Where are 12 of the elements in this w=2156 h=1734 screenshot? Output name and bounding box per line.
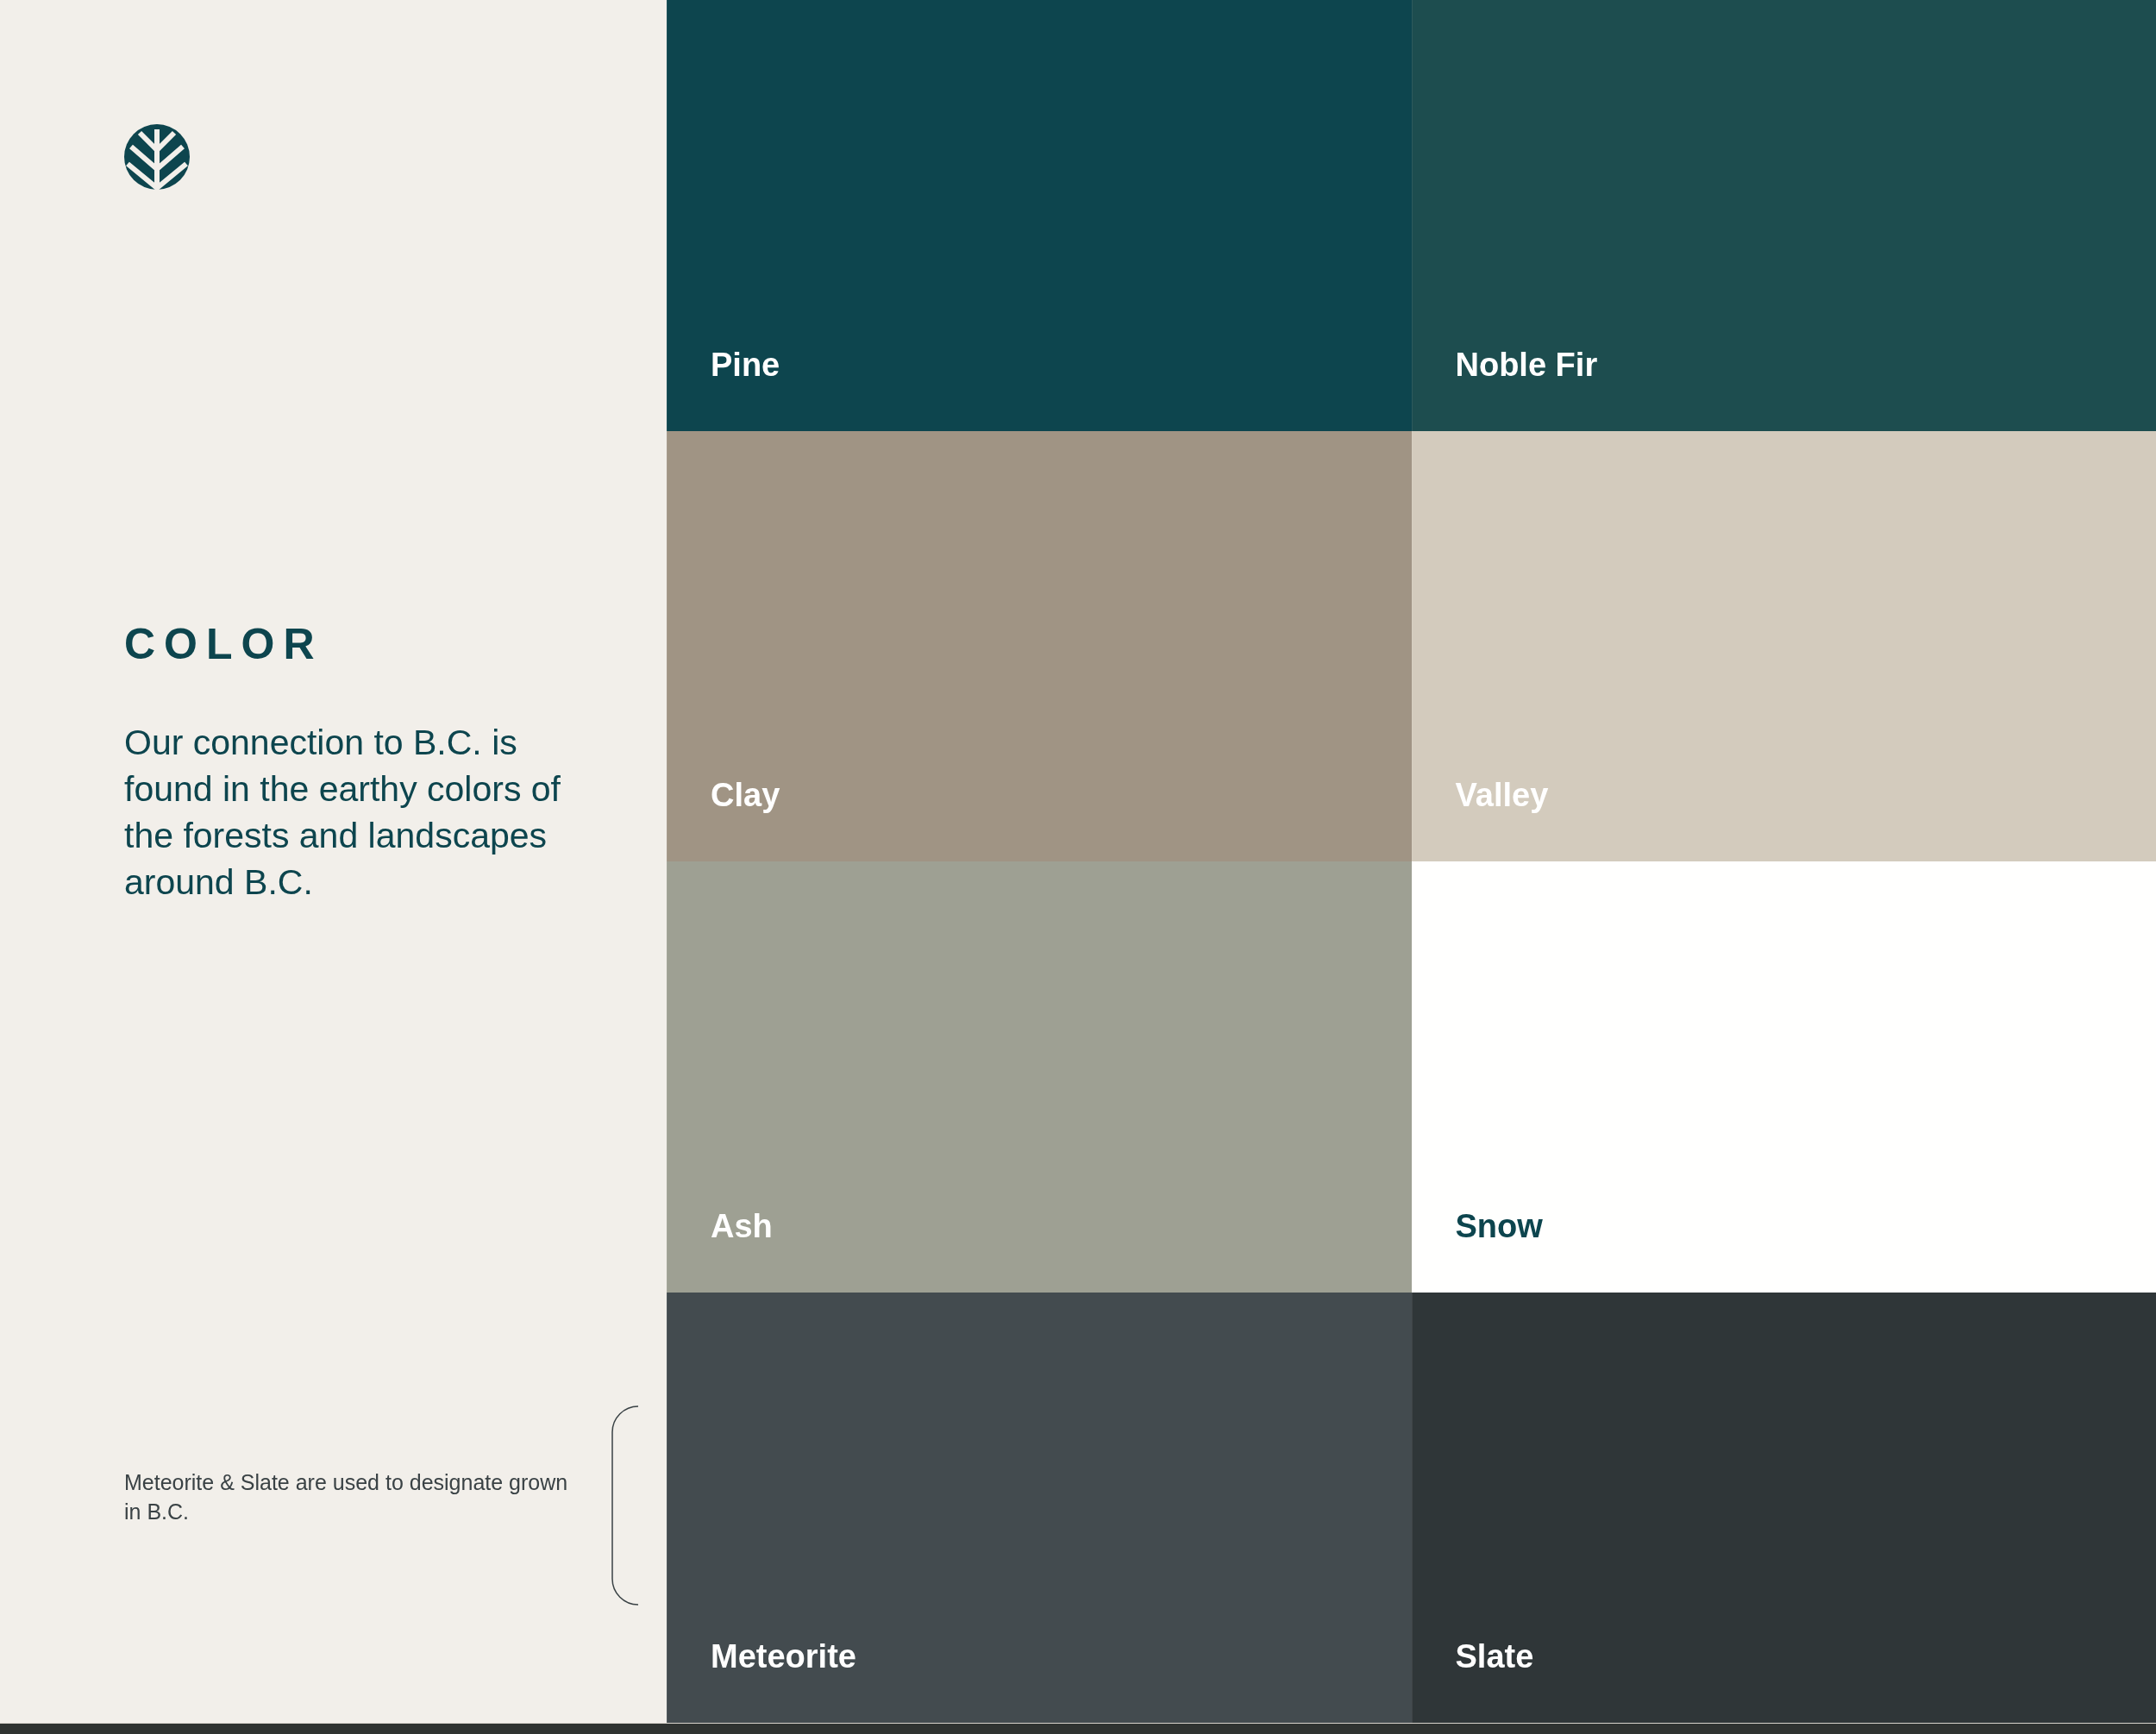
swatch-label: Clay (711, 779, 780, 811)
intro-paragraph: Our connection to B.C. is found in the earthy colors of the forests and landscapes around B.C. (124, 722, 561, 904)
swatch-label: Ash (711, 1209, 773, 1243)
swatch-label: Noble Fir (1455, 347, 1598, 381)
swatch-label: Pine (711, 347, 780, 381)
swatch-label: Meteorite (711, 1640, 856, 1673)
leaf-logo-icon (124, 124, 190, 190)
section-heading: COLOR (124, 623, 324, 666)
swatch-label: Snow (1455, 1209, 1543, 1243)
note-text: Meteorite & Slate are used to designate grown in B.C. (124, 1469, 569, 1525)
swatch-label: Slate (1455, 1640, 1534, 1673)
swatch-label: Valley (1455, 779, 1549, 811)
